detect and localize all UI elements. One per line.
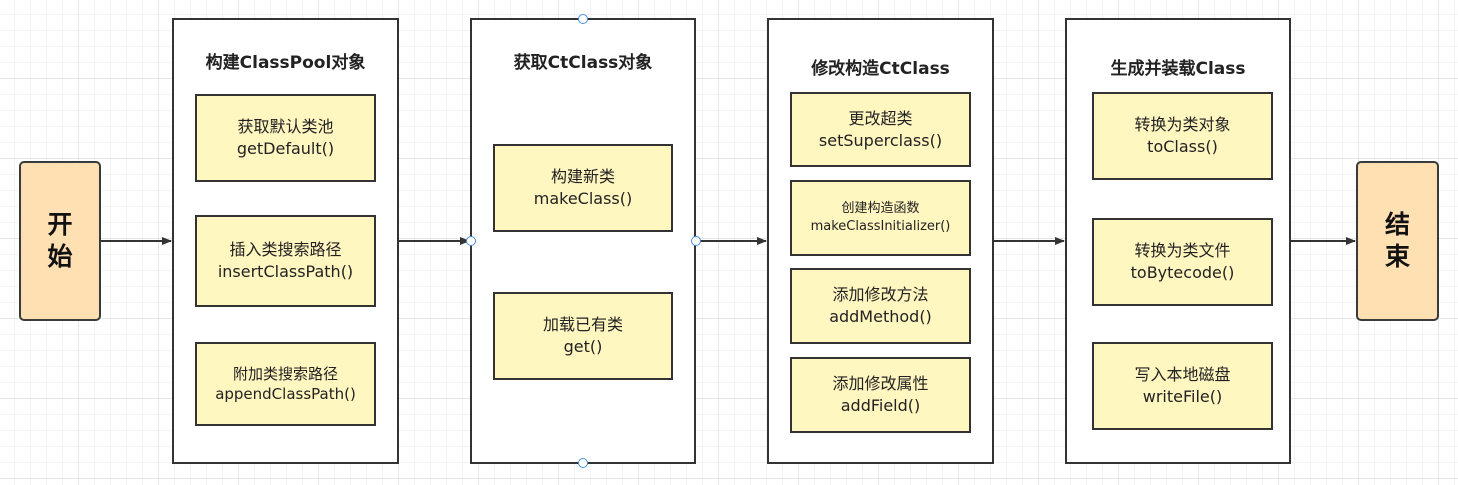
step-method: setSuperclass() bbox=[818, 130, 943, 150]
step-make-class[interactable]: 构建新类 makeClass() bbox=[493, 144, 673, 232]
start-node[interactable]: 开始 bbox=[19, 161, 101, 321]
stage-title: 获取CtClass对象 bbox=[513, 53, 653, 73]
step-method: addMethod() bbox=[829, 307, 932, 326]
step-description: 创建构造函数 bbox=[841, 201, 920, 217]
step-to-bytecode[interactable]: 转换为类文件 toBytecode() bbox=[1092, 218, 1273, 306]
stage-title: 生成并装载Class bbox=[1110, 59, 1246, 79]
step-description: 构建新类 bbox=[550, 167, 615, 187]
selection-handle-right[interactable] bbox=[691, 236, 701, 246]
selection-handle-bottom[interactable] bbox=[578, 458, 588, 468]
step-description: 更改超类 bbox=[848, 108, 913, 128]
step-method: addField() bbox=[840, 396, 921, 415]
selection-handle-top[interactable] bbox=[578, 14, 588, 24]
step-make-class-initializer[interactable]: 创建构造函数 makeClassInitializer() bbox=[790, 180, 971, 256]
step-method: get() bbox=[563, 337, 603, 356]
step-description: 附加类搜索路径 bbox=[232, 364, 338, 383]
selection-handle-left[interactable] bbox=[466, 236, 476, 246]
step-description: 转换为类文件 bbox=[1134, 241, 1231, 261]
step-description: 插入类搜索路径 bbox=[229, 240, 342, 260]
step-insert-class-path[interactable]: 插入类搜索路径 insertClassPath() bbox=[195, 215, 376, 307]
end-label: 结束 bbox=[1384, 209, 1410, 272]
step-method: makeClassInitializer() bbox=[810, 219, 951, 234]
step-description: 转换为类对象 bbox=[1134, 115, 1231, 135]
step-to-class[interactable]: 转换为类对象 toClass() bbox=[1092, 92, 1273, 180]
stage-title: 修改构造CtClass bbox=[811, 59, 950, 79]
step-method: insertClassPath() bbox=[217, 262, 354, 281]
end-node[interactable]: 结束 bbox=[1356, 161, 1439, 321]
step-method: writeFile() bbox=[1142, 387, 1223, 406]
step-method: toClass() bbox=[1147, 137, 1218, 156]
step-description: 添加修改方法 bbox=[832, 285, 929, 305]
step-description: 获取默认类池 bbox=[237, 117, 334, 137]
step-add-method[interactable]: 添加修改方法 addMethod() bbox=[790, 268, 971, 344]
step-description: 写入本地磁盘 bbox=[1134, 365, 1231, 385]
step-set-superclass[interactable]: 更改超类 setSuperclass() bbox=[790, 92, 971, 167]
step-method: toBytecode() bbox=[1130, 263, 1235, 282]
step-description: 加载已有类 bbox=[542, 315, 623, 335]
stage-get-ctclass[interactable]: 获取CtClass对象 bbox=[470, 18, 696, 464]
stage-title: 构建ClassPool对象 bbox=[205, 53, 366, 73]
step-append-class-path[interactable]: 附加类搜索路径 appendClassPath() bbox=[195, 342, 376, 426]
step-description: 添加修改属性 bbox=[832, 374, 929, 394]
start-label: 开始 bbox=[47, 209, 73, 272]
step-method: makeClass() bbox=[533, 189, 633, 208]
step-method: getDefault() bbox=[236, 139, 335, 158]
step-get-class[interactable]: 加载已有类 get() bbox=[493, 292, 673, 380]
step-get-default[interactable]: 获取默认类池 getDefault() bbox=[195, 94, 376, 182]
step-method: appendClassPath() bbox=[215, 385, 356, 403]
step-write-file[interactable]: 写入本地磁盘 writeFile() bbox=[1092, 342, 1273, 430]
step-add-field[interactable]: 添加修改属性 addField() bbox=[790, 357, 971, 433]
